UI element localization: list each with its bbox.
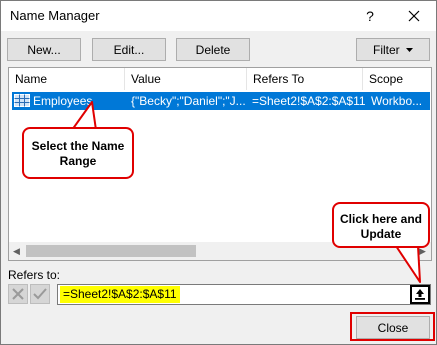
click-update-text: Click here and Update xyxy=(339,212,423,241)
click-update-callout: Click here and Update xyxy=(332,202,430,248)
select-range-text: Select the Name Range xyxy=(31,139,125,168)
select-range-callout: Select the Name Range xyxy=(22,127,134,179)
